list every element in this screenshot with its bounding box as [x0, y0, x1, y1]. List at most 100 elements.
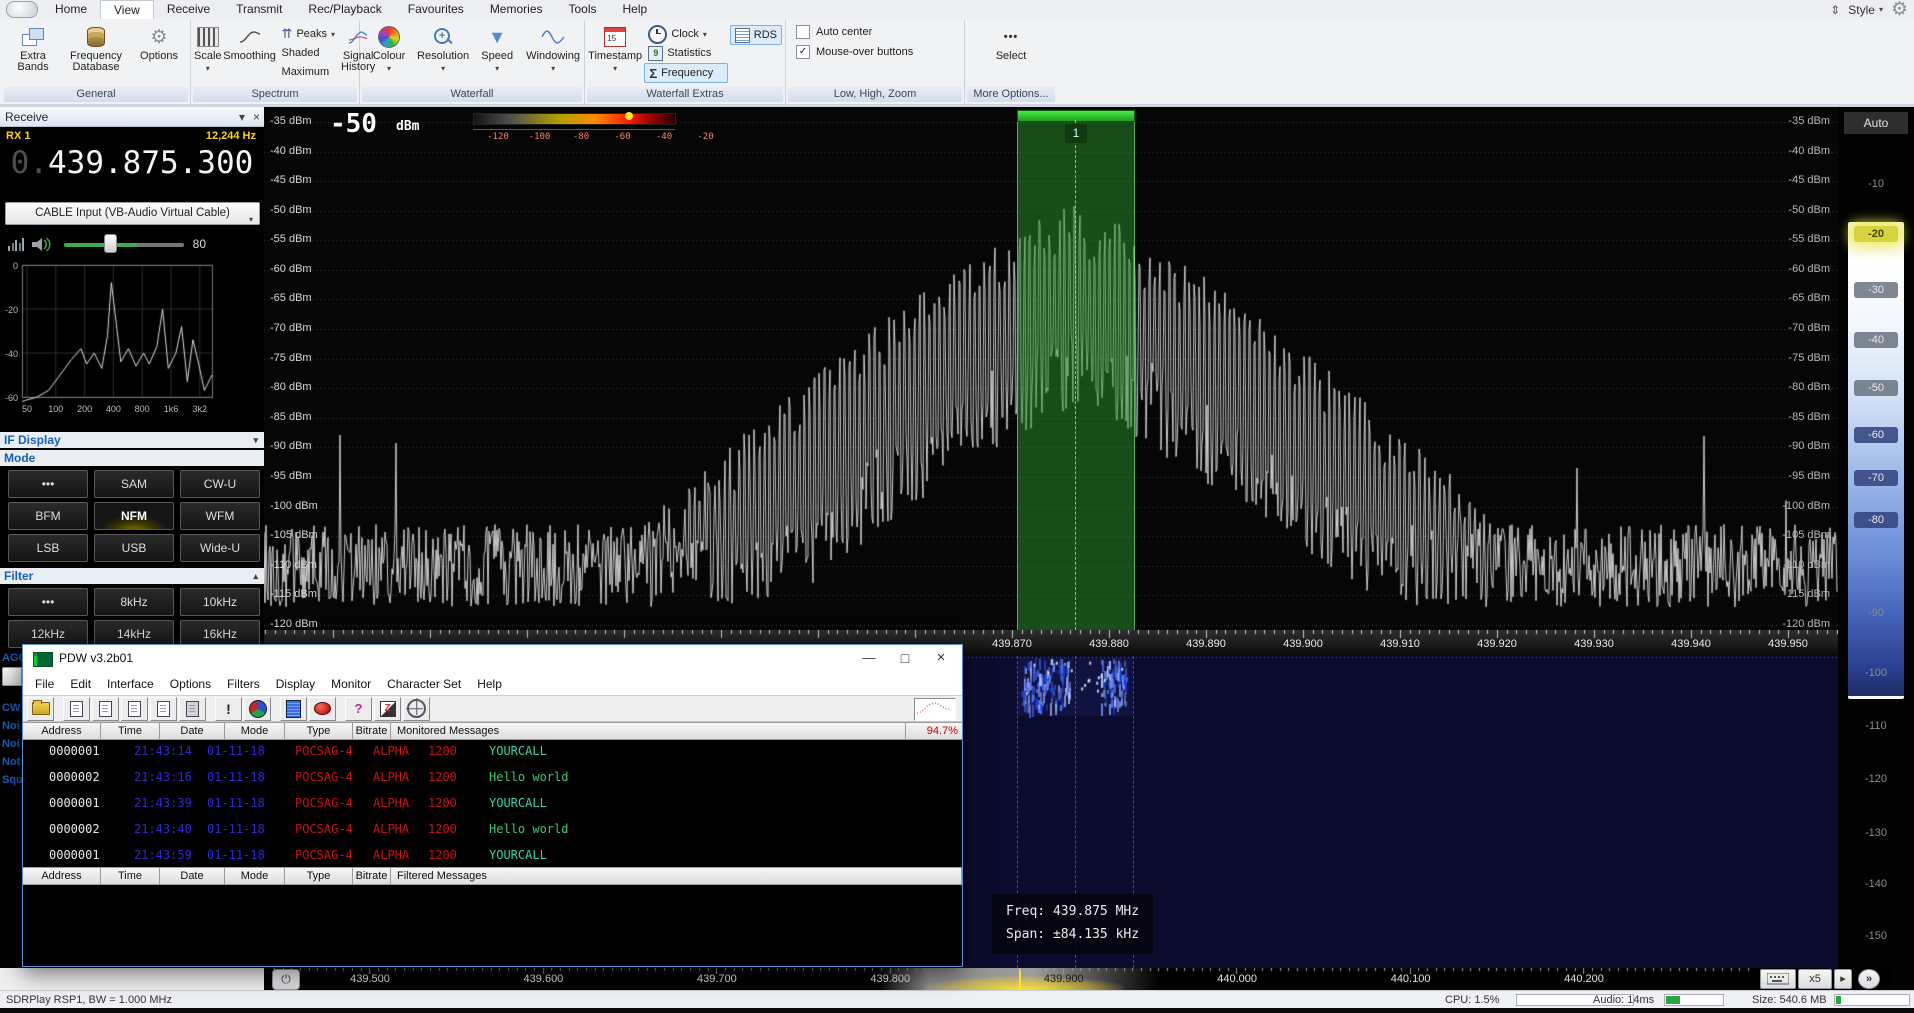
alert-icon[interactable]: ! [215, 697, 242, 721]
pdw-column-address[interactable]: Address [23, 868, 101, 884]
power-icon[interactable]: ⏻ [272, 969, 300, 990]
mode-button-8khz[interactable]: 8kHz [94, 588, 174, 616]
mode-button-lsb[interactable]: LSB [8, 534, 88, 562]
receive-panel-header[interactable]: Receive ▾× [0, 107, 264, 127]
mode-button-[interactable]: ••• [8, 588, 88, 616]
tab-help[interactable]: Help [610, 0, 661, 19]
pdw-monitored-header[interactable]: AddressTimeDateModeTypeBitrateMonitored … [23, 722, 962, 740]
tab-memories[interactable]: Memories [477, 0, 556, 19]
keyboard-entry-button[interactable] [1760, 969, 1796, 989]
pdw-column-time[interactable]: Time [101, 723, 160, 739]
pdw-menu-edit[interactable]: Edit [62, 677, 99, 691]
clock-button[interactable]: Clock▾ [644, 25, 727, 43]
pdw-menu-monitor[interactable]: Monitor [323, 677, 379, 691]
clipped-button-sliver[interactable] [2, 667, 22, 686]
pdw-column-date[interactable]: Date [160, 723, 225, 739]
level-chip-m50[interactable]: -50 [1854, 380, 1898, 396]
pdw-filtered-list[interactable] [23, 885, 962, 966]
shaded-button[interactable]: Shaded [278, 44, 340, 62]
mode-button-wfm[interactable]: WFM [180, 502, 260, 530]
pdw-message-list[interactable]: 000000121:43:1401-11-18POCSAG-4ALPHA1200… [23, 740, 962, 867]
pdw-column-messages[interactable]: Monitored Messages [391, 723, 906, 739]
invert-icon[interactable]: Z [374, 697, 401, 721]
zoom-step-arrow-button[interactable]: ▸ [1834, 969, 1852, 989]
tab-tools[interactable]: Tools [556, 0, 610, 19]
frequency-toggle-button[interactable]: ΣFrequency [644, 63, 727, 83]
colour-gradient-bar[interactable] [473, 113, 676, 125]
mode-section-header[interactable]: Mode [0, 450, 264, 466]
frequency-database-button[interactable]: Frequency Database [63, 22, 129, 73]
level-chip-m20[interactable]: -20 [1854, 226, 1898, 242]
pdw-menu-options[interactable]: Options [162, 677, 219, 691]
maximize-button[interactable]: □ [888, 645, 922, 671]
tab-rec-playback[interactable]: Rec/Playback [295, 0, 394, 19]
pdw-column-address[interactable]: Address [23, 723, 101, 739]
level-chip-m30[interactable]: -30 [1854, 282, 1898, 298]
pdw-column-bitrate[interactable]: Bitrate [353, 723, 391, 739]
pdw-column-type[interactable]: Type [285, 723, 353, 739]
open-folder-icon[interactable] [27, 697, 54, 721]
paste-page-icon[interactable] [92, 697, 119, 721]
tab-favourites[interactable]: Favourites [395, 0, 477, 19]
pdw-menu-interface[interactable]: Interface [99, 677, 162, 691]
colour-button[interactable]: Colour▾ [363, 22, 415, 74]
pdw-menu-help[interactable]: Help [469, 677, 510, 691]
tab-transmit[interactable]: Transmit [223, 0, 295, 19]
tab-home[interactable]: Home [42, 0, 100, 19]
mode-button-10khz[interactable]: 10kHz [180, 588, 260, 616]
settings-gear-icon[interactable]: ⚙ [1891, 0, 1908, 19]
pdw-column-date[interactable]: Date [160, 868, 225, 884]
pdw-filtered-header[interactable]: AddressTimeDateModeTypeBitrateFiltered M… [23, 867, 962, 885]
filter-section-header[interactable]: Filter▴ [0, 568, 264, 584]
minimize-button[interactable]: — [852, 645, 886, 671]
collapse-ribbon-icon[interactable]: ⇕ [1830, 3, 1840, 17]
volume-slider-handle[interactable] [104, 234, 117, 253]
options-button[interactable]: ⚙Options [131, 22, 187, 62]
pdw-message-row[interactable]: 000000121:43:1401-11-18POCSAG-4ALPHA1200… [23, 741, 962, 761]
target-icon[interactable] [403, 697, 430, 721]
mode-button-bfm[interactable]: BFM [8, 502, 88, 530]
level-chip-m80[interactable]: -80 [1854, 512, 1898, 528]
gradient-marker-dot[interactable] [625, 112, 633, 120]
levels-icon[interactable] [8, 238, 24, 251]
band-overview-bar[interactable]: ⏻ 439.500439.600439.700439.800439.900440… [264, 968, 1890, 990]
pdw-menu-display[interactable]: Display [268, 677, 323, 691]
pdw-title-bar[interactable]: PDW v3.2b01 — □ × [23, 645, 962, 673]
pdw-message-row[interactable]: 000000121:43:5901-11-18POCSAG-4ALPHA1200… [23, 845, 962, 865]
mode-button-sam[interactable]: SAM [94, 470, 174, 498]
resolution-button[interactable]: +Resolution▾ [417, 22, 469, 74]
copy-page-icon[interactable] [63, 697, 90, 721]
rx-marker-badge[interactable]: 1 [1065, 124, 1087, 143]
scale-button[interactable]: Scale▾ [194, 22, 222, 74]
record-icon[interactable] [309, 697, 336, 721]
volume-slider[interactable] [64, 243, 184, 247]
mode-button-usb[interactable]: USB [94, 534, 174, 562]
close-button[interactable]: × [924, 645, 958, 671]
if-display-section-header[interactable]: IF Display▾ [0, 432, 264, 448]
maximum-button[interactable]: Maximum [278, 63, 340, 81]
tab-view[interactable]: View [100, 0, 154, 19]
mode-button-[interactable]: ••• [8, 470, 88, 498]
speed-button[interactable]: ▼Speed▾ [471, 22, 523, 74]
fast-tune-button[interactable]: » [1858, 969, 1880, 989]
pdw-column-mode[interactable]: Mode [225, 723, 285, 739]
pdw-menu-file[interactable]: File [27, 677, 62, 691]
mode-button-wideu[interactable]: Wide-U [180, 534, 260, 562]
pdw-column-type[interactable]: Type [285, 868, 353, 884]
mode-button-nfm[interactable]: NFM [94, 502, 174, 530]
extra-bands-button[interactable]: Extra Bands [5, 22, 61, 73]
globe-icon[interactable] [244, 697, 271, 721]
timestamp-button[interactable]: Timestamp▾ [588, 22, 642, 74]
selection-band-cap[interactable] [1017, 110, 1135, 122]
spectrum-display[interactable]: -35 dBm-35 dBm-40 dBm-40 dBm-45 dBm-45 d… [264, 107, 1838, 656]
select-button[interactable]: •••Select [983, 22, 1039, 62]
smoothing-button[interactable]: Smoothing [224, 22, 276, 62]
statistics-button[interactable]: 9Statistics [644, 44, 727, 62]
monitor-icon[interactable] [280, 697, 307, 721]
speaker-icon[interactable] [30, 236, 52, 254]
help-balloon-icon[interactable]: ? [345, 697, 372, 721]
pdw-message-row[interactable]: 000000221:43:1601-11-18POCSAG-4ALPHA1200… [23, 767, 962, 787]
peaks-button[interactable]: ⇈Peaks▾ [278, 25, 340, 43]
pdw-menu-character-set[interactable]: Character Set [379, 677, 469, 691]
pdw-message-row[interactable]: 000000221:43:4001-11-18POCSAG-4ALPHA1200… [23, 819, 962, 839]
